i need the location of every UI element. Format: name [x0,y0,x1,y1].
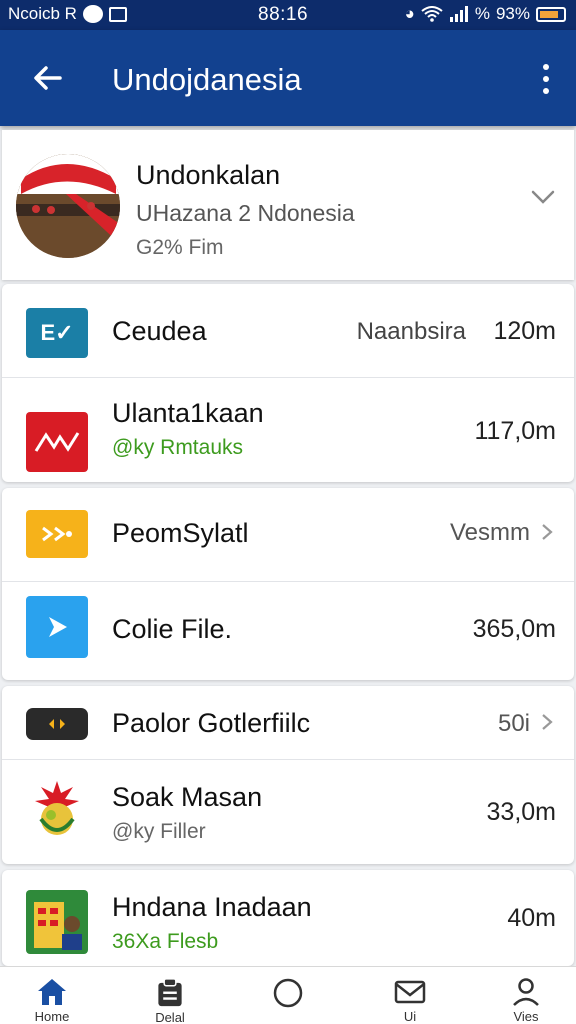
mail-icon [394,980,426,1004]
home-icon [38,979,66,1005]
avatar-image [16,154,120,258]
nav-mail[interactable]: Ui [380,977,440,1024]
list-item[interactable]: Ulanta1kaan @ky Rmtauks 117,0m [2,380,574,480]
list-item[interactable]: E✓ Ceudea Naanbsira 120m [2,284,574,378]
item-title: Hndana Inadaan [112,892,312,922]
item-title: Ceudea [112,316,207,346]
status-left: Ncoicb R [8,4,127,24]
avatar [16,154,120,258]
item-value: 33,0m [486,798,556,826]
battery-icon [536,6,566,22]
chevron-right-icon [542,524,553,540]
status-right: ◕ % 93% [405,4,566,24]
alarm-icon: ◕ [404,4,415,23]
profile-subtitle: UHazana 2 Ndonesia [136,200,355,226]
clipboard-icon [158,978,182,1007]
divider [2,377,574,378]
item-value: 120m [493,317,556,345]
arrow-left-icon [34,66,62,90]
nav-profile[interactable]: Vies [496,977,556,1024]
list-item[interactable]: PeomSylatl Vesmm [2,488,574,582]
nav-home[interactable]: Home [22,977,82,1024]
item-value: 50i [497,710,530,737]
status-time: 88:16 [258,4,309,25]
list-item[interactable]: Hndana Inadaan 36Xa Flesb 40m [2,870,574,964]
item-subtitle: @ky Rmtauks [112,436,244,459]
yellow-app-icon [26,510,88,558]
nav-label: Ui [403,1009,417,1024]
item-value: Vesmm [449,519,530,546]
page-title: Undojdanesia [112,62,302,97]
profile-card[interactable]: Undonkalan UHazana 2 Ndonesia G2% Fim [2,130,574,280]
item-detail: Naanbsira [356,318,466,345]
chat-bubble-icon [82,5,103,23]
profile-meta: G2% Fim [136,236,224,259]
list-item[interactable]: Colie File. 365,0m [2,582,574,676]
status-left-text: Ncoicb R [8,4,77,23]
list-item[interactable]: Paolor Gotlerfiilc 50i [2,686,574,760]
play-icon [26,596,88,658]
item-value: 40m [507,904,556,932]
nav-label: Vies [513,1009,539,1024]
nav-circle[interactable] [258,977,318,1024]
list-group-1: E✓ Ceudea Naanbsira 120m Ulanta1kaan @ky… [2,284,574,482]
circle-icon [273,978,303,1008]
list-group-2: PeomSylatl Vesmm Colie File. 365,0m [2,488,574,680]
status-bar: Ncoicb R 88:16 ◕ % 93% [0,0,576,30]
nav-label: Delal [155,1010,185,1024]
profile-icon [513,978,539,1006]
list-group-3: Paolor Gotlerfiilc 50i Soak Masan @ky Fi… [2,686,574,864]
back-button[interactable] [30,60,70,100]
ev-icon: E✓ [26,308,88,358]
battery-percent: 93% [495,4,530,23]
bottom-navigation: Home Delal Ui Vies [0,966,576,1024]
item-title: Paolor Gotlerfiilc [112,708,311,738]
item-subtitle: @ky Filler [112,820,206,843]
item-title: Soak Masan [112,782,263,812]
item-value: 117,0m [474,417,556,445]
chevron-down-icon[interactable] [530,184,556,210]
status-right-text: % [474,4,490,23]
item-title: Colie File. [112,614,233,644]
item-title: Ulanta1kaan [112,398,264,428]
profile-name: Undonkalan [136,160,281,190]
dark-app-icon [26,708,88,740]
list-item[interactable]: Soak Masan @ky Filler 33,0m [2,760,574,864]
nav-label: Home [34,1009,70,1024]
list-group-4: Hndana Inadaan 36Xa Flesb 40m [2,870,574,966]
notification-icon [108,6,127,22]
wifi-icon [421,6,443,22]
signal-icon [449,6,468,22]
nav-delal[interactable]: Delal [140,977,200,1024]
building-person-icon [26,890,88,954]
item-title: PeomSylatl [112,518,249,548]
more-vertical-icon [543,64,549,70]
item-subtitle: 36Xa Flesb [112,930,219,953]
chevron-right-icon [542,714,553,730]
app-bar: Undojdanesia [0,30,576,126]
item-value: 365,0m [472,615,556,643]
red-logo-icon [26,412,88,472]
more-options-button[interactable] [536,64,556,94]
garuda-icon [26,774,88,840]
